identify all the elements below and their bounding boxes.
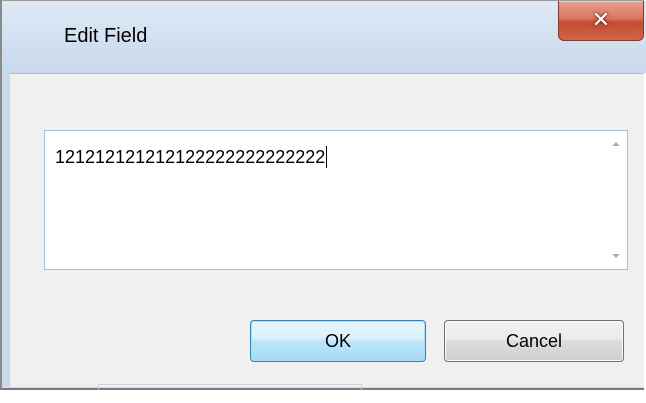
screen: Edit Field ✕ 121212121212122222222222222… xyxy=(0,0,646,403)
title-bar[interactable]: Edit Field ✕ xyxy=(2,1,646,73)
ok-button[interactable]: OK xyxy=(250,320,426,362)
scroll-up-arrow-icon[interactable] xyxy=(605,133,627,155)
dialog-body: 121212121212122222222222222 OK Cancel xyxy=(10,73,644,390)
cancel-button[interactable]: Cancel xyxy=(444,320,624,362)
close-x-icon: ✕ xyxy=(591,7,611,33)
scroll-down-arrow-icon[interactable] xyxy=(605,245,627,267)
partial-frame-divider xyxy=(98,384,362,390)
field-value: 121212121212122222222222222 xyxy=(55,147,326,167)
vertical-scrollbar[interactable] xyxy=(605,131,627,269)
dialog-title: Edit Field xyxy=(64,25,148,47)
text-caret xyxy=(326,146,328,168)
edit-field-dialog: Edit Field ✕ 121212121212122222222222222… xyxy=(0,0,646,390)
close-button[interactable]: ✕ xyxy=(558,1,644,41)
field-value-text: 121212121212122222222222222 xyxy=(55,145,328,169)
field-value-textarea[interactable]: 121212121212122222222222222 xyxy=(44,130,628,270)
